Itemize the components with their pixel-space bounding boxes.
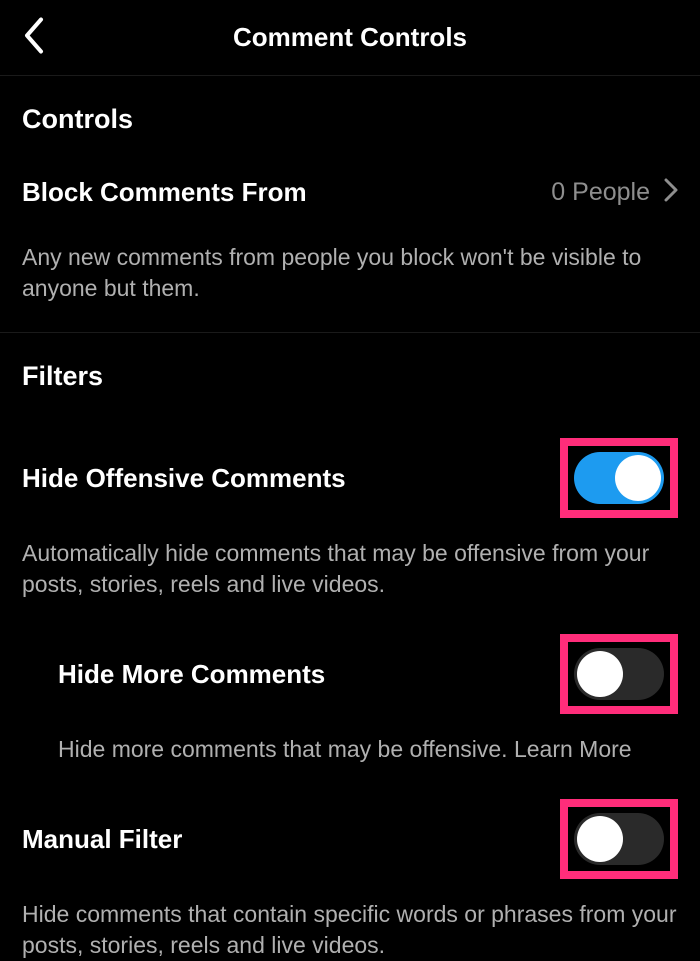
manual-filter-description: Hide comments that contain specific word…	[22, 879, 678, 961]
hide-more-desc-text: Hide more comments that may be offensive…	[58, 736, 514, 762]
page-title: Comment Controls	[233, 22, 467, 53]
filters-heading: Filters	[22, 333, 678, 404]
block-comments-value-wrap: 0 People	[551, 178, 678, 207]
hide-more-label: Hide More Comments	[58, 659, 325, 690]
block-comments-description: Any new comments from people you block w…	[22, 216, 678, 332]
hide-more-toggle[interactable]	[574, 648, 664, 700]
highlight-box	[560, 799, 678, 879]
hide-offensive-row: Hide Offensive Comments	[22, 404, 678, 518]
manual-filter-row: Manual Filter	[22, 765, 678, 879]
chevron-right-icon	[664, 178, 678, 207]
header: Comment Controls	[0, 0, 700, 76]
controls-section: Controls Block Comments From 0 People An…	[0, 76, 700, 332]
learn-more-link[interactable]: Learn More	[514, 736, 632, 762]
filters-section: Filters Hide Offensive Comments Automati…	[0, 333, 700, 961]
block-comments-row[interactable]: Block Comments From 0 People	[22, 147, 678, 216]
hide-more-description: Hide more comments that may be offensive…	[22, 714, 678, 765]
highlight-box	[560, 438, 678, 518]
hide-more-row: Hide More Comments	[22, 600, 678, 714]
manual-filter-label: Manual Filter	[22, 824, 182, 855]
manual-filter-toggle[interactable]	[574, 813, 664, 865]
block-comments-value: 0 People	[551, 178, 650, 207]
controls-heading: Controls	[22, 76, 678, 147]
hide-offensive-label: Hide Offensive Comments	[22, 463, 346, 494]
toggle-knob	[577, 651, 623, 697]
back-button[interactable]	[22, 16, 44, 59]
hide-offensive-description: Automatically hide comments that may be …	[22, 518, 678, 600]
block-comments-label: Block Comments From	[22, 177, 307, 208]
toggle-knob	[615, 455, 661, 501]
highlight-box	[560, 634, 678, 714]
toggle-knob	[577, 816, 623, 862]
chevron-left-icon	[22, 16, 44, 54]
hide-offensive-toggle[interactable]	[574, 452, 664, 504]
